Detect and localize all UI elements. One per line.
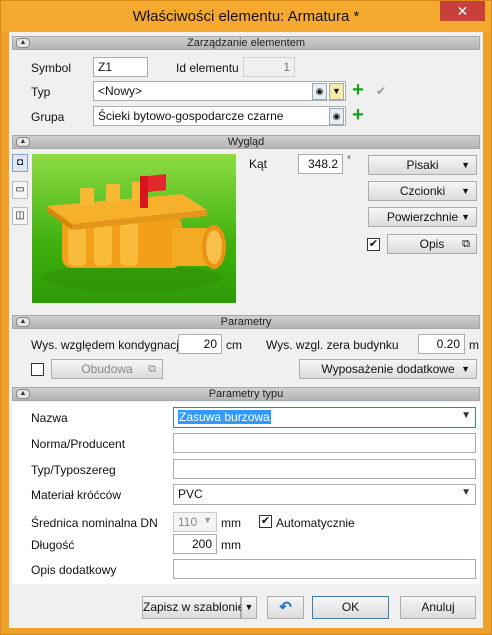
wyposazenie-label: Wyposażenie dodatkowe bbox=[321, 362, 455, 376]
czcionki-label: Czcionki bbox=[399, 184, 446, 198]
section-title: Wygląd bbox=[227, 136, 265, 148]
open-dialog-icon: ⧉ bbox=[462, 238, 470, 250]
3d-view-icon[interactable]: ◫ bbox=[12, 207, 28, 225]
wyposazenie-button[interactable]: Wyposażenie dodatkowe ▼ bbox=[299, 359, 477, 379]
wys-kondygnacji-label: Wys. względem kondygnacji bbox=[31, 338, 182, 352]
dropdown-arrow-icon: ▼ bbox=[461, 212, 470, 222]
material-value: PVC bbox=[178, 487, 203, 501]
dropdown-arrow-icon: ▼ bbox=[461, 364, 470, 374]
anuluj-button[interactable]: Anuluj bbox=[400, 596, 476, 619]
typoszereg-field[interactable] bbox=[173, 459, 476, 479]
kat-unit: ° bbox=[347, 155, 351, 166]
wys-kondygnacji-unit: cm bbox=[226, 338, 242, 352]
dialog-client: ▲ Zarządzanie elementem Symbol Z1 Id ele… bbox=[9, 32, 483, 628]
zapisz-dropdown-arrow[interactable]: ▼ bbox=[241, 596, 257, 619]
section-title: Parametry typu bbox=[208, 388, 284, 400]
chevron-down-icon: ▼ bbox=[203, 515, 212, 525]
close-button[interactable]: ✕ bbox=[440, 1, 485, 21]
marker-icon[interactable]: ▼ bbox=[329, 83, 344, 100]
nazwa-value: Zasuwa burzowa bbox=[178, 410, 271, 424]
dropdown-arrow-icon: ▼ bbox=[461, 160, 470, 170]
section-header-wyglad[interactable]: ▲ Wygląd bbox=[12, 135, 480, 149]
dlugosc-field[interactable]: 200 bbox=[173, 534, 217, 554]
id-field: 1 bbox=[243, 57, 295, 77]
chevron-down-icon: ▼ bbox=[461, 410, 471, 421]
dlugosc-label: Długość bbox=[31, 538, 75, 552]
powierzchnie-button[interactable]: Powierzchnie ▼ bbox=[368, 207, 477, 227]
open-dialog-icon: ⧉ bbox=[148, 363, 156, 375]
kat-field[interactable]: 348.2 bbox=[298, 154, 343, 174]
opis-button[interactable]: Opis ⧉ bbox=[387, 234, 477, 254]
typ-field[interactable]: <Nowy> ◉ ▼ bbox=[93, 81, 346, 101]
id-label: Id elementu bbox=[176, 61, 239, 75]
srednica-unit: mm bbox=[221, 516, 241, 530]
wys-zera-field[interactable]: 0.20 bbox=[418, 334, 465, 354]
srednica-value: 110 bbox=[178, 515, 198, 529]
add-group-icon[interactable]: + bbox=[349, 105, 367, 125]
pisaki-button[interactable]: Pisaki ▼ bbox=[368, 155, 477, 175]
opis-dodatkowy-label: Opis dodatkowy bbox=[31, 563, 117, 577]
pisaki-label: Pisaki bbox=[406, 158, 439, 172]
dropper-icon[interactable]: ◉ bbox=[312, 83, 327, 100]
kat-label: Kąt bbox=[249, 157, 268, 171]
plan-view-icon[interactable]: ▭ bbox=[12, 181, 28, 199]
element-preview-image bbox=[32, 154, 236, 303]
section-header-zarzadzanie[interactable]: ▲ Zarządzanie elementem bbox=[12, 36, 480, 50]
dlugosc-unit: mm bbox=[221, 538, 241, 552]
wys-kondygnacji-field[interactable]: 20 bbox=[178, 334, 222, 354]
powierzchnie-label: Powierzchnie bbox=[386, 210, 459, 224]
camera-view-icon[interactable]: ◘ bbox=[12, 154, 28, 172]
section-header-parametry-typu[interactable]: ▲ Parametry typu bbox=[12, 387, 480, 401]
grupa-field[interactable]: Ścieki bytowo-gospodarcze czarne ◉ bbox=[93, 106, 346, 126]
dropdown-arrow-icon: ▼ bbox=[461, 186, 470, 196]
undo-icon[interactable]: ↶ bbox=[267, 596, 304, 619]
nazwa-combobox[interactable]: Zasuwa burzowa ▼ bbox=[173, 407, 476, 428]
typ-label: Typ bbox=[31, 85, 51, 99]
obudowa-checkbox[interactable] bbox=[31, 363, 44, 376]
automatycznie-checkbox[interactable]: ✔ bbox=[259, 515, 272, 528]
czcionki-button[interactable]: Czcionki ▼ bbox=[368, 181, 477, 201]
srednica-label: Średnica nominalna DN bbox=[31, 516, 158, 530]
opis-checkbox[interactable]: ✔ bbox=[367, 238, 380, 251]
section-title: Parametry bbox=[220, 316, 272, 328]
grupa-value: Ścieki bytowo-gospodarcze czarne bbox=[98, 109, 284, 123]
grupa-label: Grupa bbox=[31, 110, 65, 124]
confirm-check-icon[interactable]: ✔ bbox=[372, 82, 390, 100]
obudowa-label: Obudowa bbox=[81, 362, 133, 376]
section-header-parametry[interactable]: ▲ Parametry bbox=[12, 315, 480, 329]
window-title: Właściwości elementu: Armatura * bbox=[132, 8, 360, 25]
opis-dodatkowy-field[interactable] bbox=[173, 559, 476, 579]
wys-zera-unit: m bbox=[469, 338, 479, 352]
dialog-window: Właściwości elementu: Armatura * ✕ ▲ Zar… bbox=[0, 0, 492, 635]
chevron-down-icon: ▼ bbox=[461, 487, 471, 498]
zapisz-w-szablonie-button[interactable]: Zapisz w szablonie bbox=[142, 596, 244, 619]
obudowa-button[interactable]: Obudowa ⧉ bbox=[51, 359, 163, 379]
opis-label: Opis bbox=[419, 237, 445, 251]
material-combobox[interactable]: PVC ▼ bbox=[173, 484, 476, 505]
dropper-icon[interactable]: ◉ bbox=[329, 108, 344, 125]
typoszereg-label: Typ/Typoszereg bbox=[31, 463, 116, 477]
nazwa-label: Nazwa bbox=[31, 411, 68, 425]
section-title: Zarządzanie elementem bbox=[186, 37, 305, 49]
add-type-icon[interactable]: + bbox=[349, 80, 367, 100]
typ-value: <Nowy> bbox=[98, 84, 143, 98]
title-bar: Właściwości elementu: Armatura * ✕ bbox=[1, 1, 491, 32]
norma-field[interactable] bbox=[173, 433, 476, 453]
ok-button[interactable]: OK bbox=[312, 596, 389, 619]
norma-label: Norma/Producent bbox=[31, 437, 126, 451]
symbol-label: Symbol bbox=[31, 61, 72, 75]
srednica-combobox[interactable]: 110 ▼ bbox=[173, 512, 217, 532]
material-label: Materiał króćców bbox=[31, 488, 122, 502]
wys-zera-label: Wys. wzgl. zera budynku bbox=[266, 338, 399, 352]
automatycznie-label: Automatycznie bbox=[276, 516, 355, 530]
symbol-field[interactable]: Z1 bbox=[93, 57, 148, 77]
